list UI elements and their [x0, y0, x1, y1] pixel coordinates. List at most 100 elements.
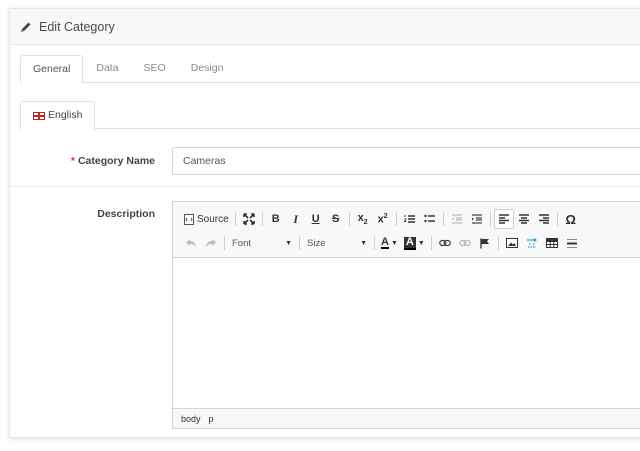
- image-icon: [505, 238, 518, 248]
- bold-icon: B: [271, 213, 280, 225]
- iframe-icon: [526, 238, 537, 248]
- language-tabs: English: [20, 101, 640, 130]
- size-select-label: Size: [307, 237, 326, 249]
- element-path-body[interactable]: body: [181, 414, 201, 424]
- toolbar-separator: [497, 236, 499, 250]
- align-center-icon: [518, 214, 529, 224]
- link-icon: [438, 239, 451, 247]
- special-char-button[interactable]: Ω: [561, 209, 581, 229]
- anchor-button[interactable]: [475, 233, 495, 253]
- element-path-p[interactable]: p: [209, 414, 214, 424]
- text-color-button[interactable]: A ▼: [378, 233, 401, 253]
- toolbar-separator: [489, 212, 491, 226]
- chevron-down-icon: ▼: [360, 239, 367, 247]
- horizontal-rule-icon: [566, 238, 577, 248]
- background-color-icon: A: [403, 235, 416, 250]
- pencil-icon: [21, 22, 31, 32]
- strikethrough-icon: S: [332, 213, 340, 225]
- tab-design[interactable]: Design: [179, 55, 236, 83]
- editor-toolbar: Source B I U S x2 x2 Ω Font ▼ Size ▼ A ▼…: [173, 202, 640, 258]
- toolbar-separator: [234, 212, 236, 226]
- flag-icon: [480, 238, 489, 248]
- category-name-label-text: Category Name: [77, 155, 155, 167]
- toolbar-separator: [556, 212, 558, 226]
- edit-category-panel: Edit Category General Data SEO Design En…: [9, 8, 640, 438]
- align-right-button[interactable]: [534, 209, 554, 229]
- undo-icon: [186, 239, 196, 247]
- font-select[interactable]: Font ▼: [228, 234, 296, 252]
- italic-icon: I: [293, 211, 299, 226]
- tab-general[interactable]: General: [20, 55, 84, 84]
- numbered-list-icon: [403, 215, 415, 223]
- align-center-button[interactable]: [514, 209, 534, 229]
- table-icon: [545, 238, 558, 248]
- toolbar-separator: [299, 236, 300, 250]
- align-left-icon: [498, 214, 509, 224]
- bulleted-list-icon: [423, 214, 435, 223]
- subscript-button[interactable]: x2: [353, 209, 373, 229]
- source-icon: [184, 213, 194, 225]
- align-right-icon: [538, 214, 549, 224]
- panel-heading: Edit Category: [10, 9, 640, 45]
- language-label: English: [48, 109, 83, 121]
- source-label: Source: [197, 213, 229, 225]
- maximize-icon: [242, 213, 255, 225]
- text-color-icon: A: [381, 236, 389, 249]
- maximize-button[interactable]: [239, 209, 259, 229]
- redo-button[interactable]: [201, 233, 221, 253]
- superscript-button[interactable]: x2: [373, 209, 393, 229]
- image-button[interactable]: [502, 233, 522, 253]
- outdent-button[interactable]: [447, 209, 467, 229]
- iframe-button[interactable]: [522, 233, 542, 253]
- description-label: Description: [97, 208, 155, 220]
- category-name-row: * Category Name: [10, 147, 640, 187]
- font-select-label: Font: [232, 237, 252, 249]
- chevron-down-icon: ▼: [285, 239, 292, 247]
- toolbar-row-2: Font ▼ Size ▼ A ▼ A ▼: [181, 231, 633, 255]
- page-title: Edit Category: [39, 19, 115, 34]
- category-name-label: * Category Name: [10, 155, 155, 167]
- indent-button[interactable]: [467, 209, 487, 229]
- subscript-icon: x2: [357, 211, 368, 227]
- toolbar-separator: [430, 236, 432, 250]
- align-left-button[interactable]: [493, 209, 514, 229]
- toolbar-separator: [348, 212, 350, 226]
- bold-button[interactable]: B: [266, 209, 286, 229]
- redo-icon: [206, 239, 216, 247]
- horizontal-rule-button[interactable]: [562, 233, 582, 253]
- numbered-list-button[interactable]: [400, 209, 420, 229]
- tab-seo[interactable]: SEO: [132, 55, 178, 83]
- chevron-down-icon: ▼: [390, 239, 398, 247]
- size-select[interactable]: Size ▼: [303, 234, 371, 252]
- tab-data[interactable]: Data: [84, 55, 130, 83]
- unlink-button[interactable]: [455, 233, 475, 253]
- link-button[interactable]: [435, 233, 455, 253]
- superscript-icon: x2: [377, 212, 388, 226]
- table-button[interactable]: [542, 233, 562, 253]
- omega-icon: Ω: [565, 211, 576, 227]
- main-tabs: General Data SEO Design: [20, 55, 640, 84]
- toolbar-separator: [261, 212, 263, 226]
- toolbar-separator: [395, 212, 397, 226]
- editor-element-path: body p: [173, 408, 640, 428]
- toolbar-separator: [224, 236, 225, 250]
- indent-icon: [471, 214, 482, 224]
- background-color-button[interactable]: A ▼: [401, 233, 428, 253]
- required-mark: *: [70, 155, 75, 167]
- italic-button[interactable]: I: [286, 209, 306, 229]
- chevron-down-icon: ▼: [417, 239, 425, 247]
- underline-icon: U: [311, 213, 320, 225]
- editor-content-area[interactable]: [173, 258, 640, 408]
- tab-language-english[interactable]: English: [20, 101, 96, 130]
- source-button[interactable]: Source: [181, 209, 232, 229]
- undo-button[interactable]: [181, 233, 201, 253]
- strikethrough-button[interactable]: S: [326, 209, 346, 229]
- toolbar-row-1: Source B I U S x2 x2 Ω: [181, 207, 633, 231]
- underline-button[interactable]: U: [306, 209, 326, 229]
- toolbar-separator: [374, 236, 375, 250]
- toolbar-separator: [442, 212, 444, 226]
- outdent-icon: [451, 214, 462, 224]
- uk-flag-icon: [33, 111, 45, 120]
- category-name-input[interactable]: [172, 147, 640, 175]
- bulleted-list-button[interactable]: [420, 209, 440, 229]
